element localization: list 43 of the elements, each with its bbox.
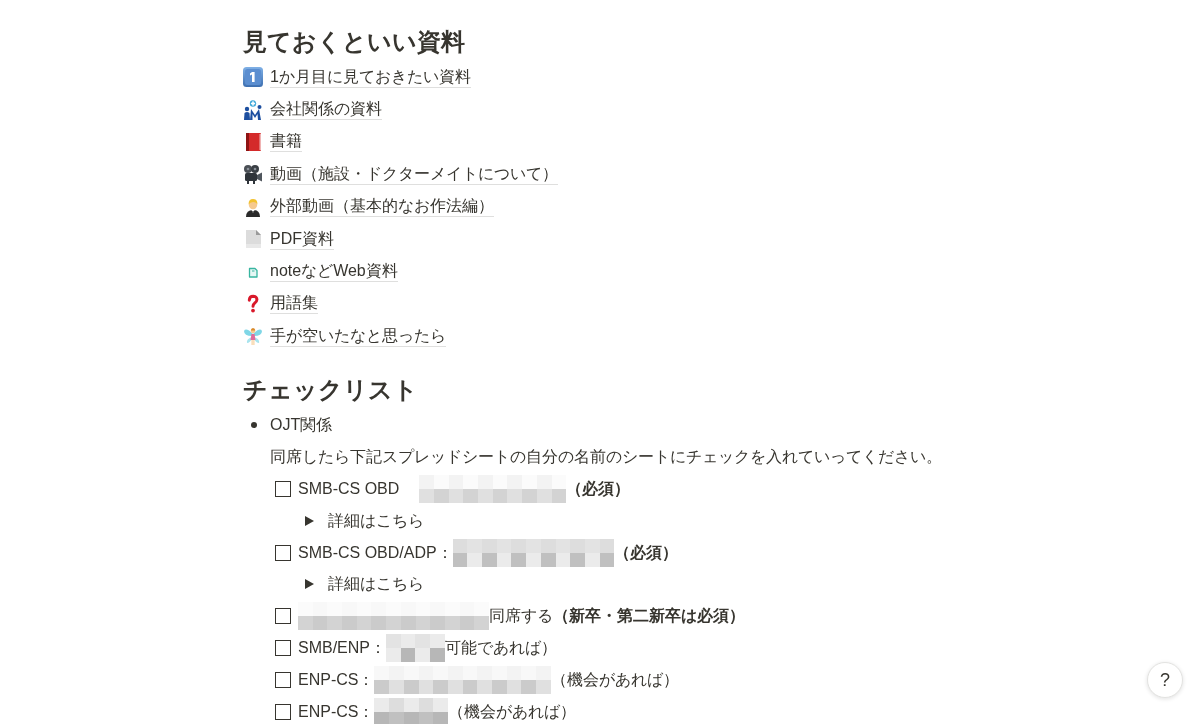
checkbox[interactable]: [275, 544, 291, 561]
section-heading: 見ておくといい資料: [243, 27, 465, 57]
page-link[interactable]: 1か月目に見ておきたい資料: [270, 66, 471, 88]
task-text: （必須）: [566, 479, 631, 499]
section-heading: チェックリスト: [243, 374, 418, 405]
task-text: SMB-CS OBD: [298, 479, 400, 499]
task-text: ENP-CS：: [298, 669, 375, 690]
toggle[interactable]: 詳細はこちら: [305, 510, 424, 531]
task-text: （機会があれば）: [447, 701, 576, 722]
checkbox[interactable]: [275, 671, 291, 688]
task-text: （新卒・第二新卒は必須）: [552, 606, 745, 627]
page-link[interactable]: 手が空いたなと思ったら: [270, 325, 446, 347]
task-text: 可能であれば）: [444, 638, 557, 658]
task-text: （機会があれば）: [550, 669, 679, 690]
document-icon: [243, 229, 263, 250]
checkbox[interactable]: [275, 481, 291, 497]
task-text: 同席する: [488, 606, 553, 627]
description-text: 同席したら下記スプレッドシートの自分の名前のシートにチェックを入れていってください。: [270, 447, 942, 468]
page-link[interactable]: 動画（施設・ドクターメイトについて）: [270, 163, 558, 185]
toggle[interactable]: 詳細はこちら: [305, 574, 424, 595]
movie-camera-icon: [243, 164, 263, 185]
keycap-icon: [243, 67, 263, 88]
page-link[interactable]: noteなどWeb資料: [270, 261, 398, 283]
page-link[interactable]: 外部動画（基本的なお作法編）: [270, 196, 494, 218]
help-button[interactable]: ?: [1147, 662, 1183, 698]
page-link[interactable]: 会社関係の資料: [270, 99, 382, 121]
task-text: SMB-CS OBD/ADP：: [298, 542, 453, 563]
checkbox[interactable]: [275, 640, 291, 656]
checkbox[interactable]: [275, 703, 291, 720]
page-link[interactable]: 用語集: [270, 293, 318, 315]
checkbox[interactable]: [275, 608, 291, 625]
person-icon: [243, 196, 263, 217]
page-link[interactable]: 書籍: [270, 131, 302, 153]
task-text: （必須）: [614, 542, 679, 563]
pixelated-block: [386, 634, 445, 662]
task-text: ENP-CS：: [298, 701, 375, 722]
fairy-icon: [243, 326, 263, 347]
people-icon: [243, 99, 263, 120]
list-item-text: OJT関係: [270, 415, 333, 436]
book-icon: [243, 131, 263, 152]
page-link[interactable]: PDF資料: [270, 228, 334, 250]
task-text: SMB/ENP：: [298, 638, 386, 658]
bullet-icon: [251, 422, 257, 429]
